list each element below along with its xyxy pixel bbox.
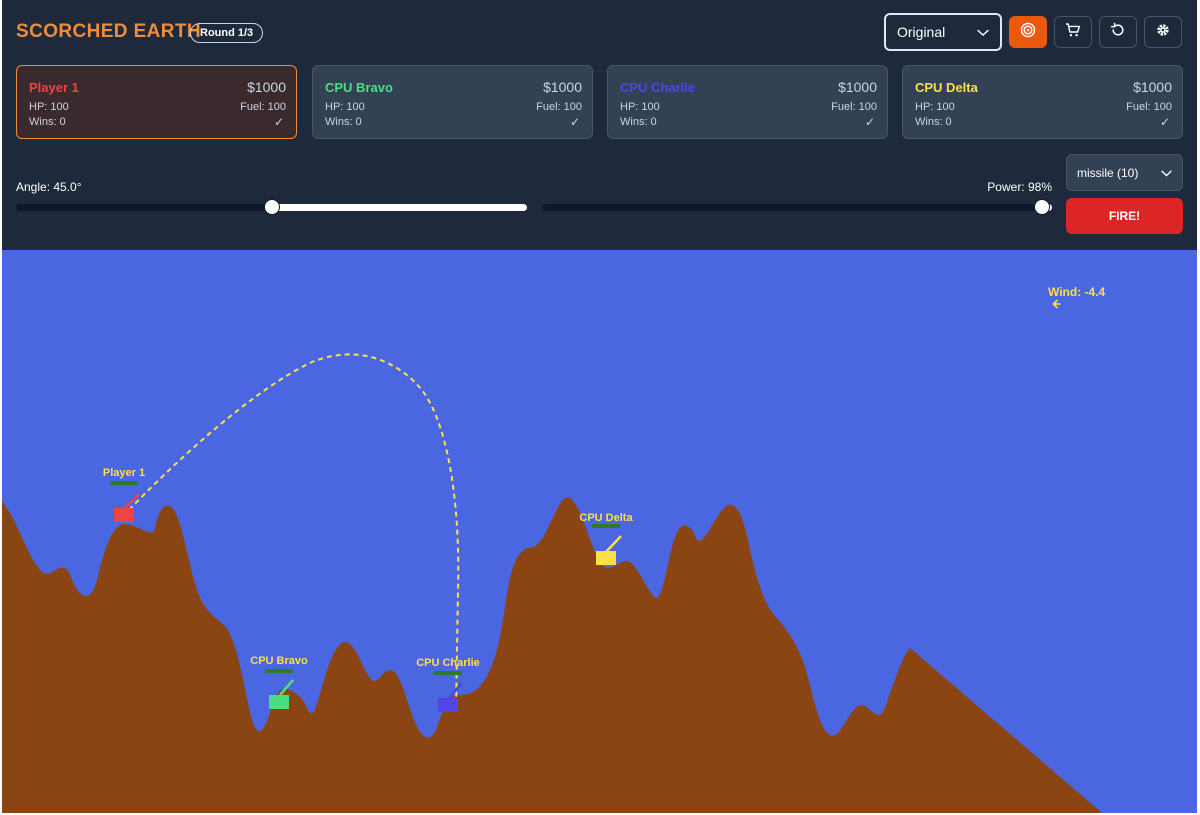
- player-hp: HP: 100: [29, 101, 69, 113]
- player-card[interactable]: CPU Bravo $1000 HP: 100 Fuel: 100 Wins: …: [312, 65, 593, 139]
- round-badge: Round 1/3: [190, 23, 264, 43]
- mode-select[interactable]: Original: [884, 13, 1002, 51]
- tank-body: [269, 695, 289, 709]
- weapon-select[interactable]: missile (10): [1066, 154, 1183, 191]
- player-money: $1000: [247, 79, 286, 95]
- angle-slider-thumb[interactable]: [264, 199, 280, 215]
- player-hp: HP: 100: [915, 101, 955, 113]
- player-name: CPU Delta: [915, 80, 978, 95]
- game-app: SCORCHED EARTH Round 1/3 Original Player…: [2, 0, 1197, 813]
- power-slider-thumb[interactable]: [1034, 199, 1050, 215]
- angle-slider[interactable]: [16, 199, 527, 215]
- tank-body: [438, 698, 458, 712]
- player-name: CPU Charlie: [620, 80, 696, 95]
- tank-health-bar: [265, 669, 293, 673]
- player-name: Player 1: [29, 80, 79, 95]
- restart-icon: [1110, 22, 1126, 43]
- player-fuel: Fuel: 100: [1126, 101, 1172, 113]
- shop-button[interactable]: [1054, 16, 1092, 48]
- player-card[interactable]: Player 1 $1000 HP: 100 Fuel: 100 Wins: 0…: [16, 65, 297, 139]
- game-title: SCORCHED EARTH: [16, 21, 202, 42]
- player-wins: Wins: 0: [325, 116, 362, 128]
- battlefield-canvas[interactable]: Wind: -4.4 Player 1 CPU Bravo CPU Charli…: [2, 250, 1197, 813]
- player-fuel: Fuel: 100: [240, 101, 286, 113]
- chevron-down-icon: [1161, 166, 1172, 180]
- tank-label: Player 1: [103, 467, 145, 479]
- player-card[interactable]: CPU Delta $1000 HP: 100 Fuel: 100 Wins: …: [902, 65, 1183, 139]
- power-label: Power: 98%: [987, 180, 1052, 194]
- tank-health-bar: [110, 481, 138, 485]
- player-ready-check: ✓: [864, 115, 875, 129]
- settings-button[interactable]: [1144, 16, 1182, 48]
- gear-icon: [1155, 22, 1171, 43]
- player-fuel: Fuel: 100: [536, 101, 582, 113]
- player-money: $1000: [543, 79, 582, 95]
- tank-label: CPU Charlie: [416, 657, 480, 669]
- player-money: $1000: [1133, 79, 1172, 95]
- power-slider[interactable]: [542, 199, 1052, 215]
- chevron-down-icon: [977, 24, 989, 40]
- target-icon: [1020, 22, 1036, 43]
- tank-label: CPU Delta: [579, 512, 633, 524]
- player-wins: Wins: 0: [915, 116, 952, 128]
- player-ready-check: ✓: [569, 115, 580, 129]
- player-wins: Wins: 0: [29, 116, 66, 128]
- control-panel: SCORCHED EARTH Round 1/3 Original Player…: [2, 0, 1197, 250]
- restart-button[interactable]: [1099, 16, 1137, 48]
- angle-slider-fill: [272, 204, 527, 211]
- wind-label: Wind: -4.4: [1048, 285, 1106, 299]
- player-fuel: Fuel: 100: [831, 101, 877, 113]
- cart-icon: [1065, 22, 1081, 43]
- weapon-select-value: missile (10): [1077, 165, 1139, 180]
- player-hp: HP: 100: [325, 101, 365, 113]
- player-wins: Wins: 0: [620, 116, 657, 128]
- tank-label: CPU Bravo: [250, 655, 308, 667]
- player-ready-check: ✓: [273, 115, 284, 129]
- tank-health-bar: [434, 671, 462, 675]
- player-money: $1000: [838, 79, 877, 95]
- player-card[interactable]: CPU Charlie $1000 HP: 100 Fuel: 100 Wins…: [607, 65, 888, 139]
- player-ready-check: ✓: [1159, 115, 1170, 129]
- aim-mode-button[interactable]: [1009, 16, 1047, 48]
- tank-health-bar: [592, 524, 620, 528]
- player-name: CPU Bravo: [325, 80, 393, 95]
- player-hp: HP: 100: [620, 101, 660, 113]
- tank-body: [114, 508, 134, 522]
- mode-select-value: Original: [897, 24, 946, 40]
- angle-label: Angle: 45.0°: [16, 180, 82, 194]
- tank-body: [596, 551, 616, 565]
- fire-button[interactable]: FIRE!: [1066, 198, 1183, 234]
